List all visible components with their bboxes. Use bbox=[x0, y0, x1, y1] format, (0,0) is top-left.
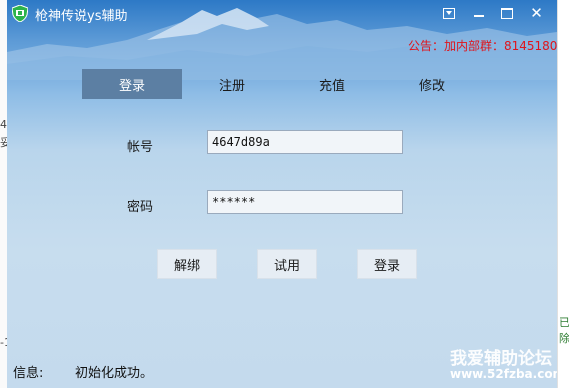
status-message: 初始化成功。 bbox=[75, 366, 154, 381]
status-label: 信息: bbox=[13, 366, 44, 381]
app-window: 枪神传说ys辅助 ✕ 公告：加内部群：8145180 登录 注册 充值 修改 帐… bbox=[7, 0, 557, 388]
minimize-icon bbox=[473, 15, 484, 17]
dropdown-menu-icon bbox=[442, 7, 455, 19]
tab-register[interactable]: 注册 bbox=[182, 69, 282, 99]
maximize-button[interactable] bbox=[495, 3, 518, 23]
background-text-fragment: 4 bbox=[0, 118, 7, 131]
menu-button[interactable] bbox=[437, 3, 460, 23]
account-input[interactable] bbox=[207, 130, 403, 154]
login-button[interactable]: 登录 bbox=[357, 249, 417, 279]
trial-button[interactable]: 试用 bbox=[257, 249, 317, 279]
unbind-button[interactable]: 解绑 bbox=[157, 249, 217, 279]
tab-recharge[interactable]: 充值 bbox=[282, 69, 382, 99]
tab-login[interactable]: 登录 bbox=[82, 69, 182, 99]
watermark-title: 我爱辅助论坛 bbox=[450, 349, 552, 369]
window-title: 枪神传说ys辅助 bbox=[35, 9, 128, 24]
minimize-button[interactable] bbox=[467, 3, 490, 23]
title-bar[interactable]: 枪神传说ys辅助 ✕ bbox=[7, 0, 557, 26]
tab-modify[interactable]: 修改 bbox=[382, 69, 482, 99]
close-icon: ✕ bbox=[530, 3, 543, 22]
watermark-url: www.52fzba.com bbox=[450, 367, 557, 381]
announcement-text: 公告：加内部群：8145180 bbox=[408, 39, 557, 53]
maximize-icon bbox=[500, 7, 513, 19]
account-label: 帐号 bbox=[127, 140, 154, 155]
background-text-fragment: 除 bbox=[559, 332, 569, 345]
background-text-fragment: 已 bbox=[559, 316, 569, 329]
app-shield-icon bbox=[12, 5, 28, 22]
password-input[interactable] bbox=[207, 190, 403, 214]
password-label: 密码 bbox=[127, 200, 154, 215]
background-page-right: 已 除 bbox=[557, 0, 569, 388]
close-button[interactable]: ✕ bbox=[525, 3, 548, 23]
